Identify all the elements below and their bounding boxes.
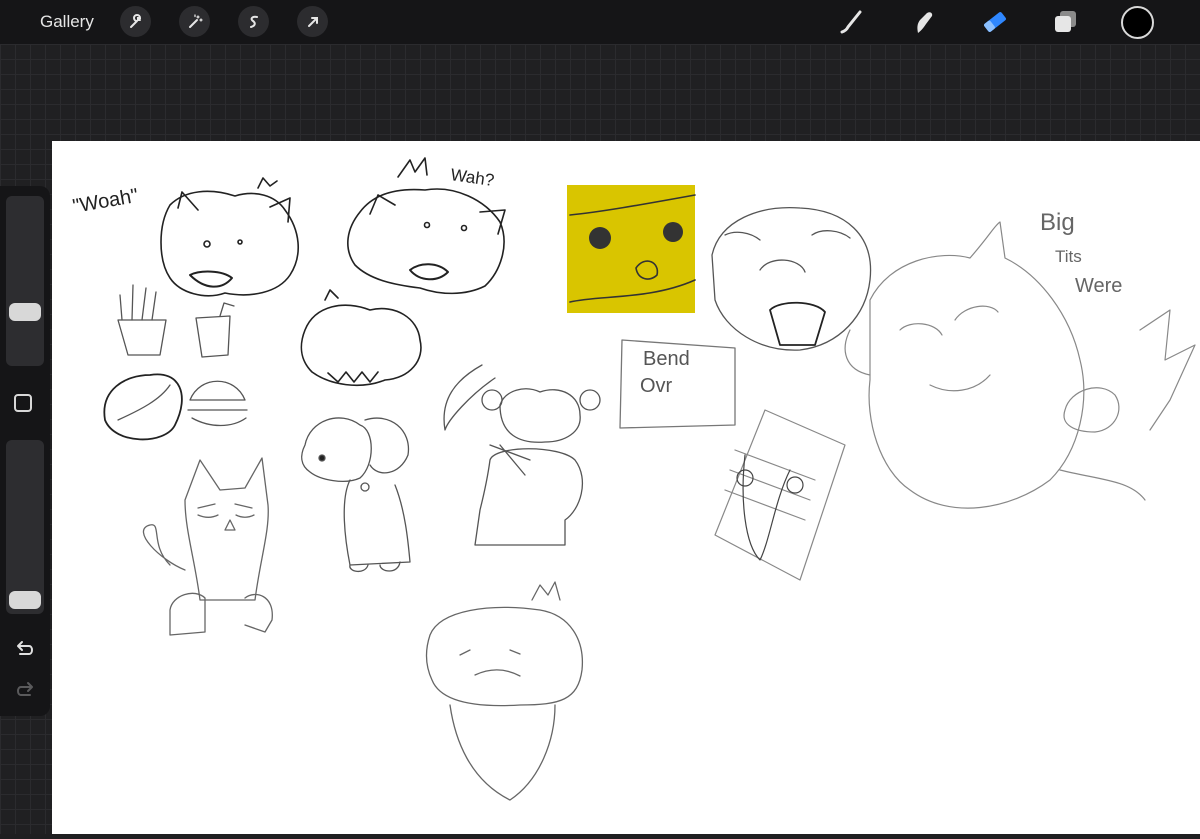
sketch-wolf-creature [844, 221, 1196, 509]
selection-button[interactable] [238, 6, 269, 37]
sketch-yellow-square [567, 185, 696, 313]
sketch-text-ovr: Ovr [640, 375, 673, 397]
sketch-cat [142, 457, 273, 636]
redo-icon[interactable] [14, 679, 36, 699]
sketch-bottom-creature [425, 581, 584, 801]
adjustments-button[interactable] [179, 6, 210, 37]
sketch-bear [443, 364, 601, 546]
drawing-canvas[interactable]: "Woah" Wah? Bend Ovr Big Tits Were [52, 141, 1200, 834]
gallery-button[interactable]: Gallery [40, 12, 94, 32]
opacity-thumb[interactable] [9, 591, 41, 609]
sketch-text-bend: Bend [643, 348, 690, 370]
smudge-icon[interactable] [909, 7, 939, 37]
undo-icon[interactable] [14, 638, 36, 658]
actions-wrench-button[interactable] [120, 6, 151, 37]
eraser-icon[interactable] [980, 7, 1010, 37]
sketch-dog [301, 417, 411, 573]
magic-wand-icon [188, 13, 203, 28]
left-sidebar [0, 186, 50, 716]
brush-size-thumb[interactable] [9, 303, 41, 321]
sketch-text-woah: "Woah" [71, 185, 140, 218]
sketch-text-tits: Tits [1055, 247, 1082, 266]
layers-icon[interactable] [1051, 7, 1081, 37]
modify-square-icon[interactable] [14, 394, 32, 412]
sketch-fluffy-head-3 [300, 289, 422, 387]
canvas-sketches: "Woah" Wah? Bend Ovr Big Tits Were [71, 157, 1196, 801]
wrench-icon [129, 13, 141, 28]
sketch-paperclip [714, 409, 846, 581]
sketch-text-wah: Wah? [449, 165, 495, 190]
sketch-text-big: Big [1040, 209, 1075, 236]
opacity-slider[interactable] [6, 440, 44, 614]
transform-button[interactable] [297, 6, 328, 37]
brush-icon[interactable] [836, 7, 866, 37]
selection-icon [249, 15, 258, 28]
sketch-fluffy-head-1 [160, 177, 300, 297]
sketch-text-were: Were [1075, 275, 1122, 297]
brush-size-slider[interactable] [6, 196, 44, 366]
color-picker-button[interactable] [1121, 6, 1154, 39]
transform-arrow-icon [307, 16, 318, 27]
sketch-big-face [711, 206, 872, 351]
top-toolbar: Gallery [0, 0, 1200, 44]
sketch-food-items [103, 284, 248, 441]
